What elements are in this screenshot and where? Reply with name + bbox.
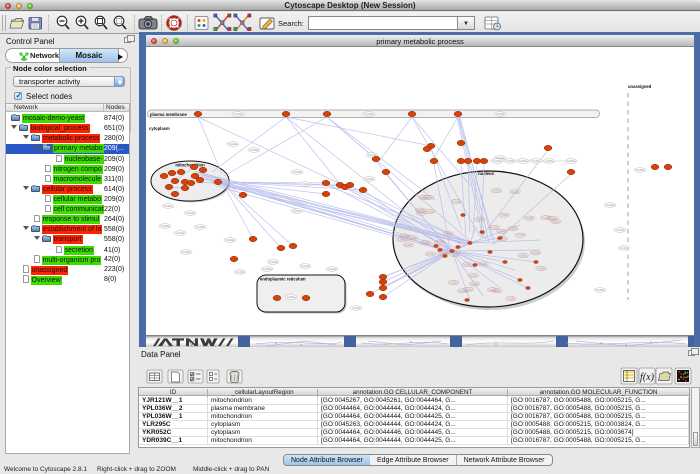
svg-text:Yxx00c: Yxx00c <box>537 267 546 270</box>
svg-text:Yxx00w: Yxx00w <box>327 267 336 271</box>
svg-text:Yxx00w: Yxx00w <box>160 224 169 228</box>
svg-text:Yxx00c: Yxx00c <box>469 274 478 277</box>
svg-text:Yxx00c: Yxx00c <box>498 230 507 233</box>
svg-text:Yxx00c: Yxx00c <box>424 196 433 199</box>
svg-text:Yxx00w: Yxx00w <box>181 250 190 254</box>
svg-text:Yxx00c: Yxx00c <box>459 290 468 293</box>
svg-text:unassigned: unassigned <box>628 84 652 89</box>
svg-text:Yxx00w: Yxx00w <box>225 238 234 242</box>
svg-text:Yxx00c: Yxx00c <box>436 241 445 244</box>
svg-text:Yxx00w: Yxx00w <box>505 159 514 163</box>
svg-text:endoplasmic reticulum: endoplasmic reticulum <box>260 277 306 282</box>
svg-text:Yxx00w: Yxx00w <box>619 246 628 250</box>
svg-text:f(x): f(x) <box>640 372 655 383</box>
svg-text:Yxx00c: Yxx00c <box>417 212 426 215</box>
svg-text:Yxx00w: Yxx00w <box>175 231 184 235</box>
svg-text:Yxx00c: Yxx00c <box>421 242 430 245</box>
svg-text:Yxx00c: Yxx00c <box>404 244 413 247</box>
svg-text:Yxx00w: Yxx00w <box>292 209 301 213</box>
svg-text:Yxx00c: Yxx00c <box>507 298 516 301</box>
svg-text:Yxx00c: Yxx00c <box>476 219 485 222</box>
svg-text:Yxx00c: Yxx00c <box>511 191 520 194</box>
svg-text:Yxx00c: Yxx00c <box>479 263 488 266</box>
svg-text:Yxx00c: Yxx00c <box>493 290 502 293</box>
svg-text:Yxx00c: Yxx00c <box>525 217 534 220</box>
svg-text:Yxx00w: Yxx00w <box>364 177 373 181</box>
svg-text:Yxx00c: Yxx00c <box>552 220 561 223</box>
svg-text:Yxx00c: Yxx00c <box>451 253 460 256</box>
svg-text:Yxx00c: Yxx00c <box>444 233 453 236</box>
svg-text:nucleus: nucleus <box>478 171 494 176</box>
svg-text:Yxx00c: Yxx00c <box>450 282 459 285</box>
svg-text:Yxx00c: Yxx00c <box>493 190 502 193</box>
svg-text:Yxx00w: Yxx00w <box>268 260 277 264</box>
svg-text:cytoplasm: cytoplasm <box>149 126 170 131</box>
svg-text:Yxx00c: Yxx00c <box>509 227 518 230</box>
svg-text:Yxx00w: Yxx00w <box>185 211 194 215</box>
svg-text:Yxx00w: Yxx00w <box>249 148 258 152</box>
svg-text:Yxx00w: Yxx00w <box>595 288 604 292</box>
svg-text:Yxx00w: Yxx00w <box>635 168 644 172</box>
svg-text:Yxx00w: Yxx00w <box>228 142 237 146</box>
svg-text:Yxx00c: Yxx00c <box>500 214 509 217</box>
svg-text:Yxx00w: Yxx00w <box>300 264 309 268</box>
svg-text:Yxx00w: Yxx00w <box>518 159 527 163</box>
svg-text:Yxx00c: Yxx00c <box>463 264 472 267</box>
svg-text:Yxx00c: Yxx00c <box>542 217 551 220</box>
svg-text:Yxx00w: Yxx00w <box>351 306 360 310</box>
svg-text:Yxx00w: Yxx00w <box>292 170 301 174</box>
svg-text:Yxx00c: Yxx00c <box>409 237 418 240</box>
svg-text:Yxx00w: Yxx00w <box>615 228 624 232</box>
svg-text:plasma membrane: plasma membrane <box>150 112 187 117</box>
svg-text:Yxx00w: Yxx00w <box>235 270 244 274</box>
svg-text:Yxx00w: Yxx00w <box>195 225 204 229</box>
svg-text:Yxx00w: Yxx00w <box>495 112 504 116</box>
svg-text:Yxx00c: Yxx00c <box>398 238 407 241</box>
svg-text:Yxx00w: Yxx00w <box>364 112 373 116</box>
svg-text:Yxx00c: Yxx00c <box>427 253 436 256</box>
svg-text:Yxx00c: Yxx00c <box>470 283 479 286</box>
svg-text:Yxx00w: Yxx00w <box>605 203 614 207</box>
svg-text:Yxx00w: Yxx00w <box>262 267 271 271</box>
svg-text:Yxx00c: Yxx00c <box>452 200 461 203</box>
svg-text:Yxx00w: Yxx00w <box>544 159 553 163</box>
svg-text:Yxx00c: Yxx00c <box>426 210 435 213</box>
svg-text:Yxx00c: Yxx00c <box>519 255 528 258</box>
svg-text:Yxx00w: Yxx00w <box>492 159 501 163</box>
svg-text:Yxx00c: Yxx00c <box>532 252 541 255</box>
svg-text:Yxx00w: Yxx00w <box>531 159 540 163</box>
svg-text:Yxx00w: Yxx00w <box>300 182 309 186</box>
svg-text:Yxx00c: Yxx00c <box>517 234 526 237</box>
svg-text:Yxx00w: Yxx00w <box>233 112 242 116</box>
svg-text:Yxx00w: Yxx00w <box>286 295 295 299</box>
svg-text:Yxx00w: Yxx00w <box>566 159 575 163</box>
svg-text:Yxx00c: Yxx00c <box>491 227 500 230</box>
svg-text:Yxx00w: Yxx00w <box>163 204 172 208</box>
